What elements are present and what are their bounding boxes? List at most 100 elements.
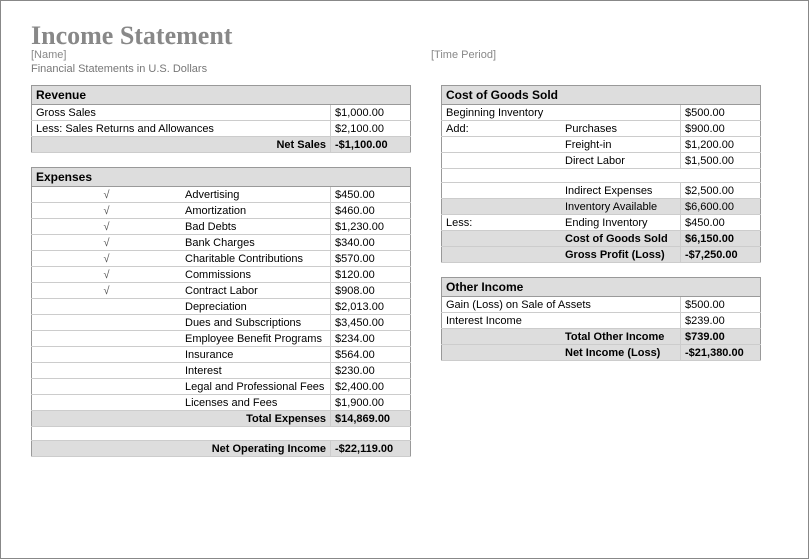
name-placeholder: [Name]: [31, 49, 431, 61]
expense-label: Commissions: [181, 267, 331, 283]
returns-value: $2,100.00: [331, 121, 411, 137]
expense-label: Contract Labor: [181, 283, 331, 299]
expense-label: Depreciation: [181, 299, 331, 315]
returns-label: Less: Sales Returns and Allowances: [32, 121, 331, 137]
expense-value: $3,450.00: [331, 315, 411, 331]
freight-label: Freight-in: [561, 137, 681, 153]
expense-value: $120.00: [331, 267, 411, 283]
gross-sales-label: Gross Sales: [32, 105, 331, 121]
left-column: Revenue Gross Sales $1,000.00 Less: Sale…: [31, 85, 411, 471]
header: Income Statement [Name] [Time Period] Fi…: [31, 21, 778, 75]
total-other-label: Total Other Income: [561, 329, 681, 345]
purchases-value: $900.00: [681, 121, 761, 137]
check-icon: √: [32, 283, 182, 299]
check-icon: [32, 379, 182, 395]
total-expenses-label: Total Expenses: [181, 411, 331, 427]
check-icon: [32, 299, 182, 315]
expense-label: Charitable Contributions: [181, 251, 331, 267]
expense-row: √Bad Debts$1,230.00: [32, 219, 411, 235]
check-icon: √: [32, 267, 182, 283]
cogs-header: Cost of Goods Sold: [442, 86, 681, 105]
expense-label: Interest: [181, 363, 331, 379]
net-sales-value: -$1,100.00: [331, 137, 411, 153]
columns: Revenue Gross Sales $1,000.00 Less: Sale…: [31, 85, 778, 471]
other-income-table: Other Income Gain (Loss) on Sale of Asse…: [441, 277, 761, 361]
expense-value: $2,400.00: [331, 379, 411, 395]
expense-label: Advertising: [181, 187, 331, 203]
revenue-header: Revenue: [32, 86, 331, 105]
expenses-header: Expenses: [32, 168, 331, 187]
gross-profit-value: -$7,250.00: [681, 247, 761, 263]
expense-label: Dues and Subscriptions: [181, 315, 331, 331]
purchases-label: Purchases: [561, 121, 681, 137]
expense-row: √Contract Labor$908.00: [32, 283, 411, 299]
expense-row: Interest$230.00: [32, 363, 411, 379]
expense-value: $460.00: [331, 203, 411, 219]
revenue-table: Revenue Gross Sales $1,000.00 Less: Sale…: [31, 85, 411, 153]
expense-value: $230.00: [331, 363, 411, 379]
check-icon: √: [32, 187, 182, 203]
check-icon: √: [32, 219, 182, 235]
interest-income-value: $239.00: [681, 313, 761, 329]
check-icon: [32, 315, 182, 331]
expense-row: √Amortization$460.00: [32, 203, 411, 219]
period-placeholder: [Time Period]: [431, 49, 496, 61]
expenses-table: Expenses √Advertising$450.00√Amortizatio…: [31, 167, 411, 457]
net-operating-label: Net Operating Income: [181, 441, 331, 457]
document-page: Income Statement [Name] [Time Period] Fi…: [0, 0, 809, 559]
cogs-table: Cost of Goods Sold Beginning Inventory $…: [441, 85, 761, 263]
check-icon: √: [32, 203, 182, 219]
expense-value: $570.00: [331, 251, 411, 267]
total-other-value: $739.00: [681, 329, 761, 345]
net-operating-value: -$22,119.00: [331, 441, 411, 457]
expense-row: Depreciation$2,013.00: [32, 299, 411, 315]
net-sales-label: Net Sales: [32, 137, 331, 153]
expense-label: Employee Benefit Programs: [181, 331, 331, 347]
check-icon: √: [32, 251, 182, 267]
expense-row: √Commissions$120.00: [32, 267, 411, 283]
gain-value: $500.00: [681, 297, 761, 313]
subtitle: Financial Statements in U.S. Dollars: [31, 63, 778, 75]
indirect-label: Indirect Expenses: [561, 183, 681, 199]
freight-value: $1,200.00: [681, 137, 761, 153]
page-title: Income Statement: [31, 21, 778, 51]
total-expenses-value: $14,869.00: [331, 411, 411, 427]
inv-avail-value: $6,600.00: [681, 199, 761, 215]
gain-label: Gain (Loss) on Sale of Assets: [442, 297, 681, 313]
check-icon: √: [32, 235, 182, 251]
expense-label: Licenses and Fees: [181, 395, 331, 411]
begin-inv-value: $500.00: [681, 105, 761, 121]
check-icon: [32, 363, 182, 379]
expense-value: $1,900.00: [331, 395, 411, 411]
expense-row: √Bank Charges$340.00: [32, 235, 411, 251]
cogs-label: Cost of Goods Sold: [561, 231, 681, 247]
begin-inv-label: Beginning Inventory: [442, 105, 681, 121]
other-header: Other Income: [442, 278, 681, 297]
expense-value: $340.00: [331, 235, 411, 251]
check-icon: [32, 331, 182, 347]
expense-label: Bad Debts: [181, 219, 331, 235]
interest-income-label: Interest Income: [442, 313, 681, 329]
expense-row: Legal and Professional Fees$2,400.00: [32, 379, 411, 395]
expense-row: √Charitable Contributions$570.00: [32, 251, 411, 267]
expense-value: $908.00: [331, 283, 411, 299]
expense-value: $450.00: [331, 187, 411, 203]
add-prefix: Add:: [442, 121, 562, 137]
right-column: Cost of Goods Sold Beginning Inventory $…: [441, 85, 761, 471]
net-income-label: Net Income (Loss): [561, 345, 681, 361]
expense-row: Licenses and Fees$1,900.00: [32, 395, 411, 411]
expense-label: Legal and Professional Fees: [181, 379, 331, 395]
expense-row: Insurance$564.00: [32, 347, 411, 363]
gross-sales-value: $1,000.00: [331, 105, 411, 121]
expense-value: $2,013.00: [331, 299, 411, 315]
cogs-value: $6,150.00: [681, 231, 761, 247]
check-icon: [32, 395, 182, 411]
expense-row: √Advertising$450.00: [32, 187, 411, 203]
net-income-value: -$21,380.00: [681, 345, 761, 361]
expense-label: Bank Charges: [181, 235, 331, 251]
inv-avail-label: Inventory Available: [561, 199, 681, 215]
meta-row: [Name] [Time Period]: [31, 49, 778, 61]
direct-labor-value: $1,500.00: [681, 153, 761, 169]
direct-labor-label: Direct Labor: [561, 153, 681, 169]
gross-profit-label: Gross Profit (Loss): [561, 247, 681, 263]
